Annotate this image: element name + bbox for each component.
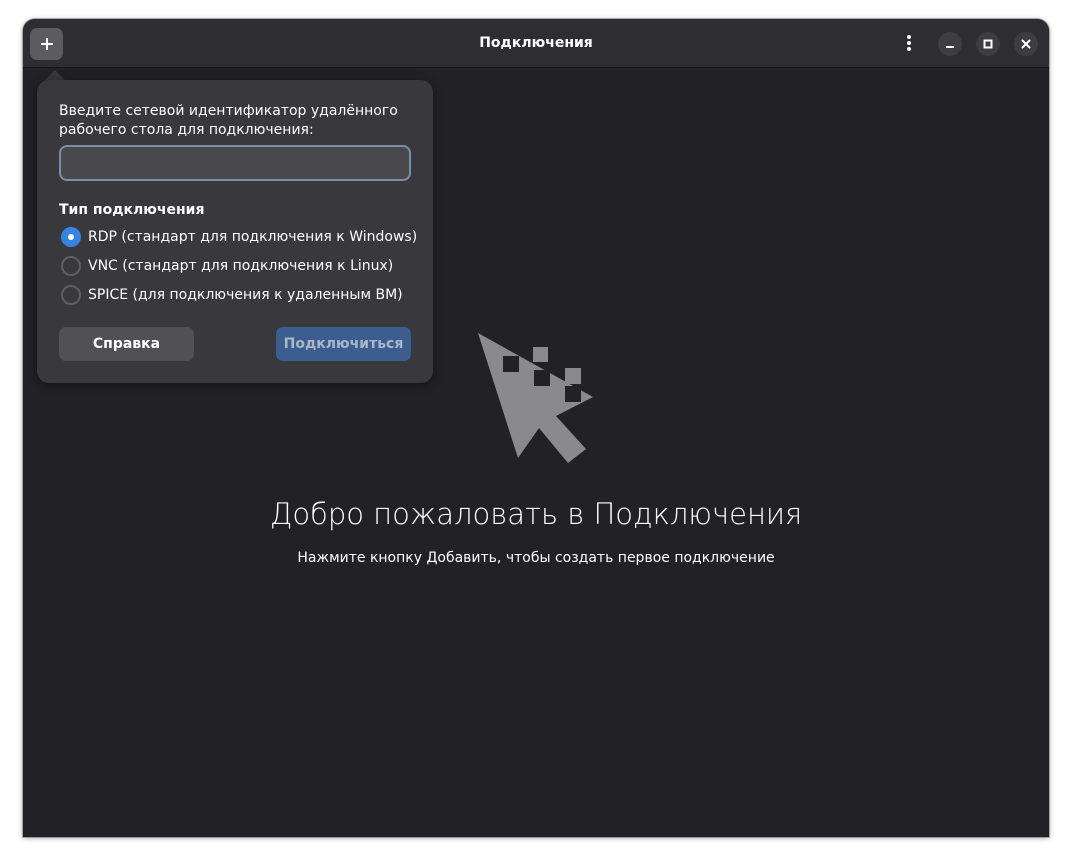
connection-type-heading: Тип подключения	[59, 202, 205, 218]
connect-button[interactable]: Подключиться	[276, 327, 411, 361]
radio-button[interactable]	[61, 227, 81, 247]
radio-option-vnc[interactable]: VNC (стандарт для подключения к Linux)	[61, 255, 393, 277]
radio-label: SPICE (для подключения к удаленным ВМ)	[88, 287, 403, 303]
radio-button[interactable]	[61, 285, 81, 305]
radio-option-rdp[interactable]: RDP (стандарт для подключения к Windows)	[61, 226, 417, 248]
radio-label: RDP (стандарт для подключения к Windows)	[88, 229, 418, 245]
radio-button[interactable]	[61, 256, 81, 276]
new-connection-popover: Введите сетевой идентификатор удалённого…	[37, 80, 433, 383]
maximize-icon	[983, 39, 993, 49]
address-prompt: Введите сетевой идентификатор удалённого…	[59, 103, 398, 138]
main-menu-button[interactable]	[895, 29, 923, 57]
remote-desktop-cursor-icon	[478, 333, 593, 463]
maximize-button[interactable]	[976, 32, 1000, 56]
minimize-icon	[946, 46, 954, 48]
close-button[interactable]	[1014, 32, 1038, 56]
welcome-title: Добро пожаловать в Подключения	[269, 497, 803, 531]
minimize-button[interactable]	[938, 32, 962, 56]
help-button[interactable]: Справка	[59, 327, 194, 361]
radio-option-spice[interactable]: SPICE (для подключения к удаленным ВМ)	[61, 284, 403, 306]
close-icon	[1021, 39, 1031, 49]
headerbar: Подключения	[23, 19, 1049, 67]
vertical-dots-icon	[907, 35, 911, 51]
welcome-subtitle: Нажмите кнопку Добавить, чтобы создать п…	[297, 550, 775, 566]
radio-label: VNC (стандарт для подключения к Linux)	[88, 258, 394, 274]
address-input[interactable]	[59, 145, 411, 181]
